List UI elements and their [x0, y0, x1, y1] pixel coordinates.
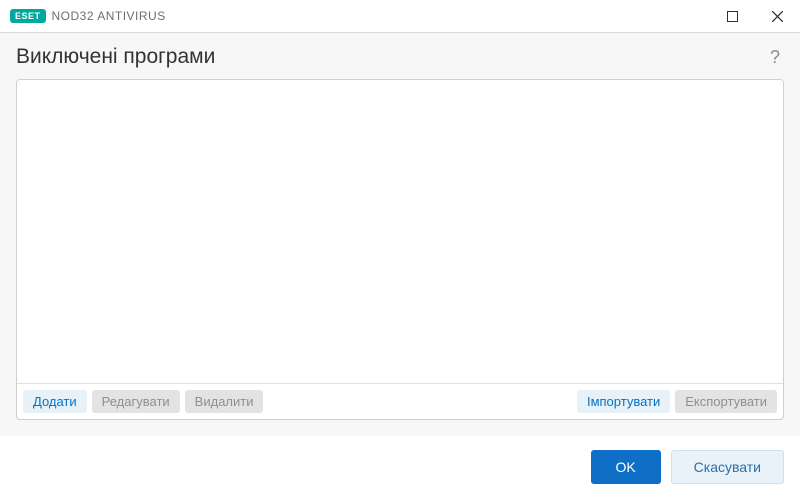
window: ESET NOD32 ANTIVIRUS Виключені програми … [0, 0, 800, 500]
maximize-icon [727, 11, 738, 22]
cancel-button[interactable]: Скасувати [671, 450, 784, 484]
maximize-button[interactable] [710, 0, 755, 32]
titlebar: ESET NOD32 ANTIVIRUS [0, 0, 800, 32]
brand-badge: ESET [10, 9, 46, 23]
page-title: Виключені програми [16, 45, 215, 69]
brand-text: NOD32 ANTIVIRUS [52, 9, 166, 23]
panel-toolbar: Додати Редагувати Видалити Імпортувати Е… [17, 383, 783, 419]
help-button[interactable]: ? [766, 47, 784, 68]
edit-button: Редагувати [92, 390, 180, 413]
delete-button: Видалити [185, 390, 264, 413]
exclusions-list[interactable] [17, 80, 783, 383]
footer: OK Скасувати [0, 436, 800, 500]
toolbar-spacer [268, 390, 571, 413]
content-area: Виключені програми ? Додати Редагувати В… [0, 33, 800, 436]
close-button[interactable] [755, 0, 800, 32]
ok-button[interactable]: OK [591, 450, 661, 484]
close-icon [772, 11, 783, 22]
export-button: Експортувати [675, 390, 777, 413]
window-controls [710, 0, 800, 32]
add-button[interactable]: Додати [23, 390, 87, 413]
import-button[interactable]: Імпортувати [577, 390, 670, 413]
header-row: Виключені програми ? [16, 45, 784, 69]
exclusions-panel: Додати Редагувати Видалити Імпортувати Е… [16, 79, 784, 420]
